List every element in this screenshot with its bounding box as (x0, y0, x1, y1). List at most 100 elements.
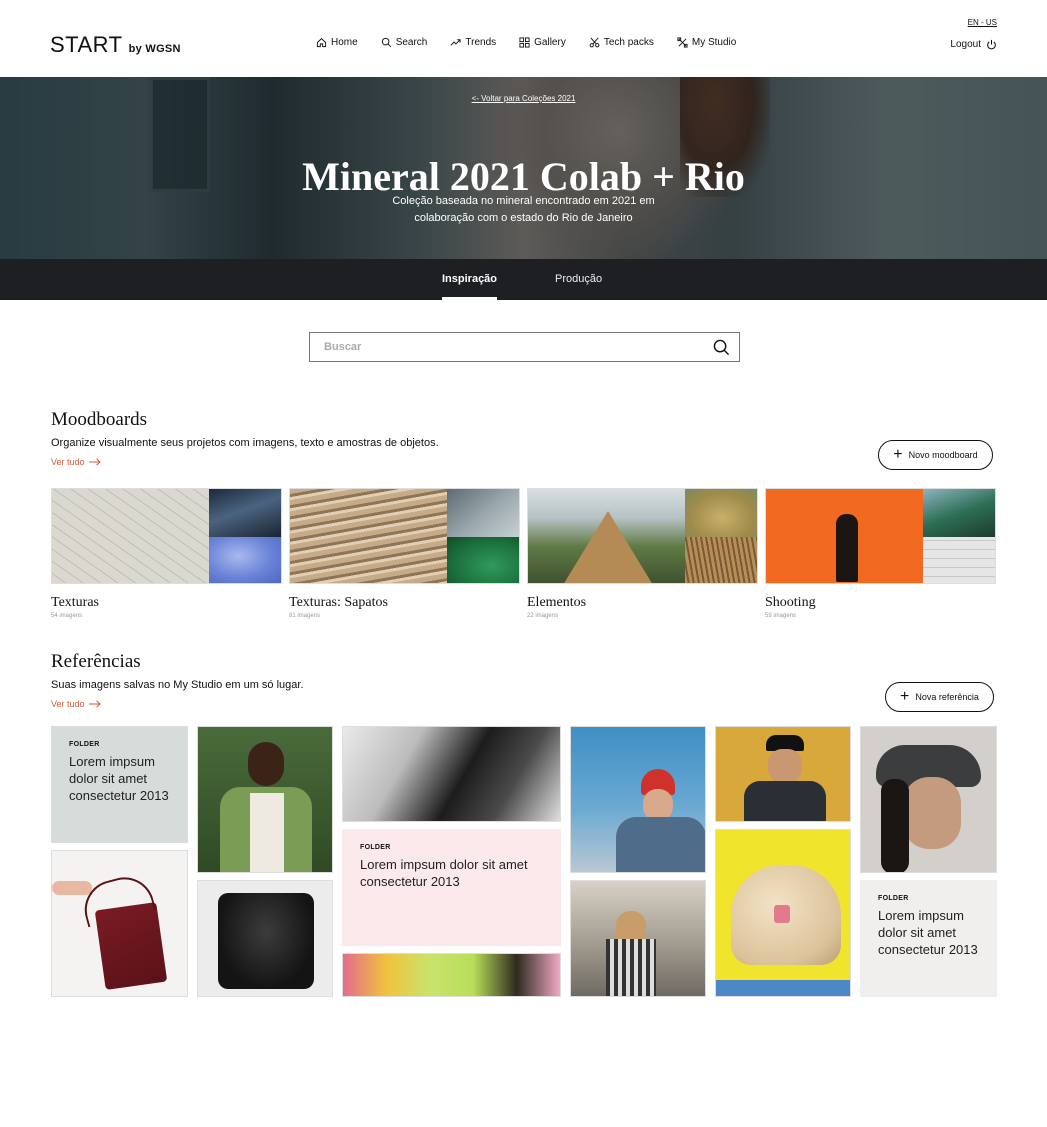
moodboard-name: Texturas (51, 595, 100, 610)
back-to-collections-link[interactable]: <- Voltar para Coleções 2021 (0, 94, 1047, 103)
dark-sea-image (209, 489, 281, 537)
nav-trends-label: Trends (465, 37, 497, 48)
reference-folder-card[interactable]: FOLDER Lorem impsum dolor sit amet conse… (51, 726, 188, 843)
search-icon (381, 37, 391, 48)
moodboards-see-all-label: Ver tudo (51, 457, 85, 467)
moodboard-thumbnails (765, 488, 996, 584)
main-nav: Home Search Trends Gallery Tech packs My… (316, 37, 736, 48)
logout-button[interactable]: Logout (950, 39, 997, 50)
logout-label: Logout (950, 39, 981, 50)
moodboard-name: Texturas: Sapatos (289, 595, 388, 610)
moodboard-card-elementos[interactable]: Elementos 22 imagens (527, 488, 758, 619)
moodboard-thumbnails (289, 488, 520, 584)
arrow-right-icon (88, 458, 101, 466)
nav-home-label: Home (331, 37, 358, 48)
moodboards-title: Moodboards (51, 409, 148, 430)
logo-sub-text: by WGSN (128, 43, 181, 55)
moodboard-thumbnails (527, 488, 758, 584)
nav-trends[interactable]: Trends (450, 37, 496, 48)
moodboard-card-shooting[interactable]: Shooting 59 imagens (765, 488, 996, 619)
fabric-fold-image (447, 489, 519, 537)
reference-image-woman-beret[interactable] (860, 726, 997, 873)
dry-grass-image (685, 537, 757, 583)
orange-wall-model-image (766, 489, 923, 583)
new-reference-button[interactable]: + Nova referência (885, 682, 994, 712)
nav-gallery[interactable]: Gallery (519, 37, 566, 48)
reference-folder-card[interactable]: FOLDER Lorem impsum dolor sit amet conse… (860, 880, 997, 997)
brick-wall-image (923, 537, 995, 583)
moodboard-name: Shooting (765, 595, 816, 610)
moodboard-count: 54 imagens (51, 613, 83, 619)
moodboard-count: 81 imagens (289, 613, 321, 619)
nav-search[interactable]: Search (381, 37, 428, 48)
collection-subtitle-line2: colaboração com o estado do Rio de Janei… (414, 212, 633, 224)
studio-icon (677, 37, 688, 48)
reference-image-woman-red-beanie[interactable] (570, 726, 706, 873)
start-wgsn-logo[interactable]: START by WGSN (50, 32, 181, 58)
top-header: START by WGSN Home Search Trends Gallery… (0, 0, 1047, 77)
hay-image (685, 489, 757, 537)
references-see-all-link[interactable]: Ver tudo (51, 699, 101, 709)
plus-icon: + (893, 446, 903, 463)
moodboard-card-texturas[interactable]: Texturas 54 imagens (51, 488, 282, 619)
moodboard-thumbnails (51, 488, 282, 584)
nav-my-studio-label: My Studio (691, 37, 737, 48)
folder-tag: FOLDER (878, 895, 909, 902)
reference-image-beige-cap[interactable] (715, 829, 851, 997)
reference-image-leather-jacket-flat[interactable] (197, 880, 333, 997)
moodboards-see-all-link[interactable]: Ver tudo (51, 457, 101, 467)
grid-icon (519, 37, 530, 48)
nav-search-label: Search (395, 37, 428, 48)
references-see-all-label: Ver tudo (51, 699, 85, 709)
nav-tech-packs-label: Tech packs (603, 37, 654, 48)
new-moodboard-button[interactable]: + Novo moodboard (878, 440, 993, 470)
nav-home[interactable]: Home (316, 37, 358, 48)
reference-image-laundromat[interactable] (570, 880, 706, 997)
language-selector[interactable]: EN - US (968, 18, 997, 27)
search-box (309, 332, 740, 362)
plus-icon: + (900, 688, 910, 705)
collection-tabs: Inspiração Produção (0, 259, 1047, 300)
green-dress-model-image (923, 489, 995, 537)
reference-image-man-black-cap[interactable] (715, 726, 851, 822)
wavy-texture-image (290, 489, 447, 583)
search-icon[interactable] (713, 339, 730, 356)
reference-folder-card[interactable]: FOLDER Lorem impsum dolor sit amet conse… (342, 829, 561, 946)
home-icon (316, 38, 327, 48)
reference-image-green-beanie[interactable] (342, 953, 561, 997)
search-input[interactable] (310, 333, 700, 361)
moodboard-card-texturas-sapatos[interactable]: Texturas: Sapatos 81 imagens (289, 488, 520, 619)
new-reference-label: Nova referência (915, 692, 979, 702)
moodboard-count: 59 imagens (765, 613, 797, 619)
cracked-texture-image (52, 489, 209, 583)
folder-title: Lorem impsum dolor sit amet consectetur … (69, 754, 169, 803)
reference-image-man-green-jacket[interactable] (197, 726, 333, 873)
folder-title: Lorem impsum dolor sit amet consectetur … (360, 857, 528, 889)
references-title: Referências (51, 651, 141, 672)
blue-fabric-image (209, 537, 281, 583)
moodboard-name: Elementos (527, 595, 587, 610)
moodboard-count: 22 imagens (527, 613, 559, 619)
new-moodboard-label: Novo moodboard (908, 450, 978, 460)
trend-icon (450, 39, 461, 46)
reference-image-red-bag[interactable] (51, 850, 188, 997)
moodboards-description: Organize visualmente seus projetos com i… (51, 437, 439, 449)
collection-subtitle-line1: Coleção baseada no mineral encontrado em… (392, 195, 655, 207)
green-silk-image (447, 537, 519, 583)
collection-hero-banner: <- Voltar para Coleções 2021 Mineral 202… (0, 77, 1047, 259)
folder-tag: FOLDER (69, 741, 100, 748)
reference-image-leather-jacket-closeup[interactable] (342, 726, 561, 822)
power-icon (987, 39, 996, 50)
folder-tag: FOLDER (360, 844, 391, 851)
tab-inspiracao[interactable]: Inspiração (442, 273, 498, 300)
arrow-right-icon (88, 700, 101, 708)
logo-main-text: START (50, 32, 123, 57)
collection-subtitle: Coleção baseada no mineral encontrado em… (0, 193, 1047, 227)
folder-title: Lorem impsum dolor sit amet consectetur … (878, 908, 978, 957)
scissors-icon (589, 37, 600, 48)
references-description: Suas imagens salvas no My Studio em um s… (51, 679, 304, 691)
nav-my-studio[interactable]: My Studio (677, 37, 736, 48)
nav-tech-packs[interactable]: Tech packs (589, 37, 654, 48)
nav-gallery-label: Gallery (534, 37, 566, 48)
tab-producao[interactable]: Produção (555, 273, 602, 285)
